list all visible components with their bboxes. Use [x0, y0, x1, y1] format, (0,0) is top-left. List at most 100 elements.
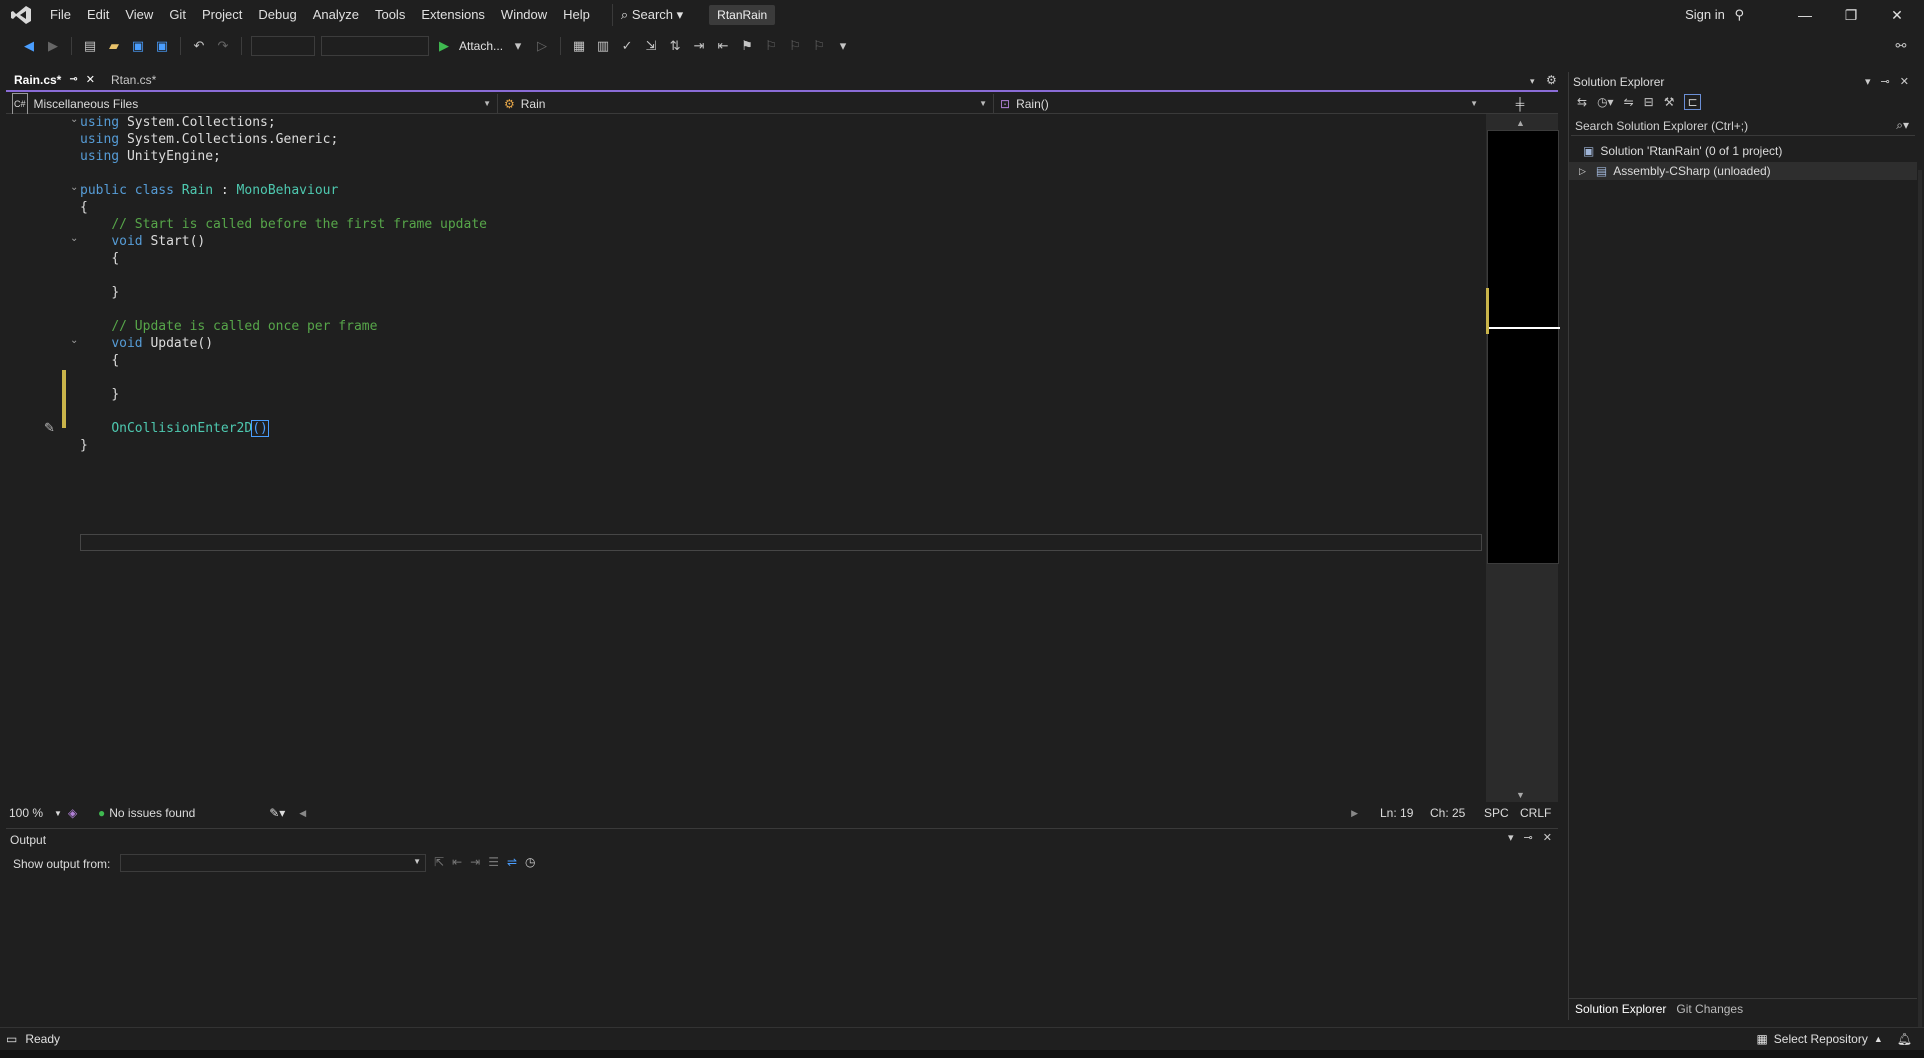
word-wrap-icon[interactable]: ⇌ — [507, 855, 517, 869]
output-source-select[interactable]: ▼ — [120, 854, 426, 872]
properties-icon[interactable]: ⚒ — [1664, 95, 1675, 109]
fold-chevron-icon[interactable]: ⌄ — [70, 335, 78, 346]
prev-bookmark-icon[interactable]: ⚐ — [762, 37, 780, 55]
find-message-icon[interactable]: ⇱ — [434, 855, 444, 869]
timestamp-icon[interactable]: ◷ — [525, 855, 535, 869]
scroll-right-icon[interactable]: ▶ — [1351, 808, 1358, 819]
tab-solution-explorer[interactable]: Solution Explorer — [1569, 1002, 1672, 1016]
layout-icon[interactable]: ▥ — [594, 37, 612, 55]
configuration-combo[interactable] — [251, 36, 315, 56]
history-icon[interactable]: ◷▾ — [1597, 95, 1614, 109]
search-button[interactable]: ⌕ Search ▾ — [611, 4, 691, 26]
chevron-down-icon[interactable]: ▾ — [1865, 75, 1871, 88]
new-project-icon[interactable]: ▤ — [81, 37, 99, 55]
scroll-down-icon[interactable]: ▼ — [1516, 790, 1525, 800]
menu-edit[interactable]: Edit — [79, 0, 117, 30]
menu-git[interactable]: Git — [161, 0, 194, 30]
line-number[interactable]: Ln: 19 — [1380, 806, 1430, 820]
back-icon[interactable]: ◀ — [20, 37, 38, 55]
menu-view[interactable]: View — [117, 0, 161, 30]
whitespace-mode[interactable]: SPC — [1484, 806, 1520, 820]
toolbar-overflow-icon[interactable]: ▾ — [834, 37, 852, 55]
live-share-icon[interactable]: ⚯ — [1892, 37, 1910, 55]
sync-icon[interactable]: ⇋ — [1624, 95, 1634, 109]
project-dropdown[interactable]: C# Miscellaneous Files ▼ — [6, 93, 498, 115]
menu-project[interactable]: Project — [194, 0, 250, 30]
minimize-button[interactable]: — — [1782, 0, 1828, 30]
outdent-icon[interactable]: ⇤ — [714, 37, 732, 55]
menu-window[interactable]: Window — [493, 0, 555, 30]
chevron-down-icon[interactable]: ▾ — [509, 37, 527, 55]
scroll-up-icon[interactable]: ▲ — [1516, 118, 1525, 128]
code-minimap[interactable] — [1487, 130, 1560, 564]
tab-rain-cs[interactable]: Rain.cs* ⊸ ✕ — [6, 70, 103, 90]
next-message-icon[interactable]: ⇥ — [470, 855, 480, 869]
copilot-icon[interactable]: ◈ — [68, 806, 98, 820]
settings-gear-icon[interactable]: ⚙ — [1546, 73, 1557, 87]
bookmark-icon[interactable]: ⚑ — [738, 37, 756, 55]
restore-button[interactable]: ❐ — [1828, 0, 1874, 30]
indent-icon[interactable]: ⇥ — [690, 37, 708, 55]
start-without-debug-icon[interactable]: ▷ — [533, 37, 551, 55]
menu-file[interactable]: File — [42, 0, 79, 30]
output-window-icon[interactable]: ▭ — [6, 1032, 17, 1046]
undo-icon[interactable]: ↶ — [190, 37, 208, 55]
save-icon[interactable]: ▣ — [129, 37, 147, 55]
code-cleanup-icon[interactable]: ✎▾ — [269, 806, 299, 820]
line-ending[interactable]: CRLF — [1520, 806, 1558, 820]
split-editor-button[interactable]: ╪ — [1484, 94, 1556, 114]
clear-bookmarks-icon[interactable]: ⚐ — [810, 37, 828, 55]
close-icon[interactable]: ✕ — [1543, 831, 1552, 844]
menu-tools[interactable]: Tools — [367, 0, 413, 30]
save-all-icon[interactable]: ▣ — [153, 37, 171, 55]
scroll-left-icon[interactable]: ◀ — [299, 808, 306, 819]
clear-all-icon[interactable]: ☰ — [488, 855, 499, 869]
tab-rtan-cs[interactable]: Rtan.cs* — [103, 70, 164, 90]
tree-item-solution[interactable]: ▣ Solution 'RtanRain' (0 of 1 project) — [1583, 144, 1782, 158]
menu-help[interactable]: Help — [555, 0, 598, 30]
redo-icon[interactable]: ↷ — [214, 37, 232, 55]
forward-icon[interactable]: ▶ — [44, 37, 62, 55]
collapse-all-icon[interactable]: ⊟ — [1644, 95, 1654, 109]
format-icon[interactable]: ⇅ — [666, 37, 684, 55]
menu-analyze[interactable]: Analyze — [305, 0, 367, 30]
attach-button[interactable]: Attach... — [459, 39, 503, 53]
zoom-level[interactable]: 100 % — [6, 806, 54, 820]
next-bookmark-icon[interactable]: ⚐ — [786, 37, 804, 55]
expand-chevron-icon[interactable]: ▷ — [1579, 166, 1586, 177]
side-scrollbar[interactable] — [1918, 170, 1922, 1030]
visual-studio-logo-icon[interactable] — [0, 0, 42, 30]
fold-chevron-icon[interactable]: ⌄ — [70, 233, 78, 244]
open-folder-icon[interactable]: ▰ — [105, 37, 123, 55]
browser-link-icon[interactable]: ▦ — [570, 37, 588, 55]
chevron-up-icon[interactable]: ▲ — [1874, 1034, 1883, 1044]
play-icon[interactable]: ▶ — [435, 37, 453, 55]
chevron-down-icon[interactable]: ▾ — [1508, 831, 1514, 844]
tab-list-dropdown-icon[interactable]: ▾ — [1530, 76, 1535, 87]
issues-status[interactable]: No issues found — [109, 806, 269, 820]
menu-extensions[interactable]: Extensions — [413, 0, 493, 30]
select-repository-button[interactable]: Select Repository — [1774, 1032, 1868, 1046]
tree-item-project[interactable]: ▷ ▤ Assembly-CSharp (unloaded) — [1569, 162, 1917, 180]
platform-combo[interactable] — [321, 36, 429, 56]
switch-views-icon[interactable]: ⇆ — [1577, 95, 1587, 109]
preview-icon[interactable]: ⊏ — [1684, 94, 1701, 110]
step-icon[interactable]: ⇲ — [642, 37, 660, 55]
prev-message-icon[interactable]: ⇤ — [452, 855, 462, 869]
fold-chevron-icon[interactable]: ⌄ — [70, 114, 78, 125]
menu-debug[interactable]: Debug — [250, 0, 304, 30]
close-icon[interactable]: ✕ — [86, 70, 95, 90]
code-editor[interactable]: ✎ ⌄ using System.Collections; using Syst… — [6, 114, 1484, 802]
close-window-button[interactable]: ✕ — [1874, 0, 1920, 30]
pin-icon[interactable]: ⊸ — [1524, 831, 1533, 844]
type-dropdown[interactable]: ⚙ Rain ▼ — [498, 94, 994, 114]
pin-icon[interactable]: ⊸ — [69, 70, 77, 90]
chevron-down-icon[interactable]: ▼ — [54, 809, 68, 818]
pin-icon[interactable]: ⊸ — [1881, 75, 1890, 88]
tab-git-changes[interactable]: Git Changes — [1672, 1002, 1747, 1016]
notifications-bell-icon[interactable]: 🔔︎ — [1897, 1032, 1912, 1046]
fold-chevron-icon[interactable]: ⌄ — [70, 182, 78, 193]
search-icon[interactable]: ⌕▾ — [1896, 118, 1909, 133]
search-solution-explorer-input[interactable]: Search Solution Explorer (Ctrl+;) ⌕▾ — [1571, 116, 1915, 136]
spell-check-icon[interactable]: ✓ — [618, 37, 636, 55]
